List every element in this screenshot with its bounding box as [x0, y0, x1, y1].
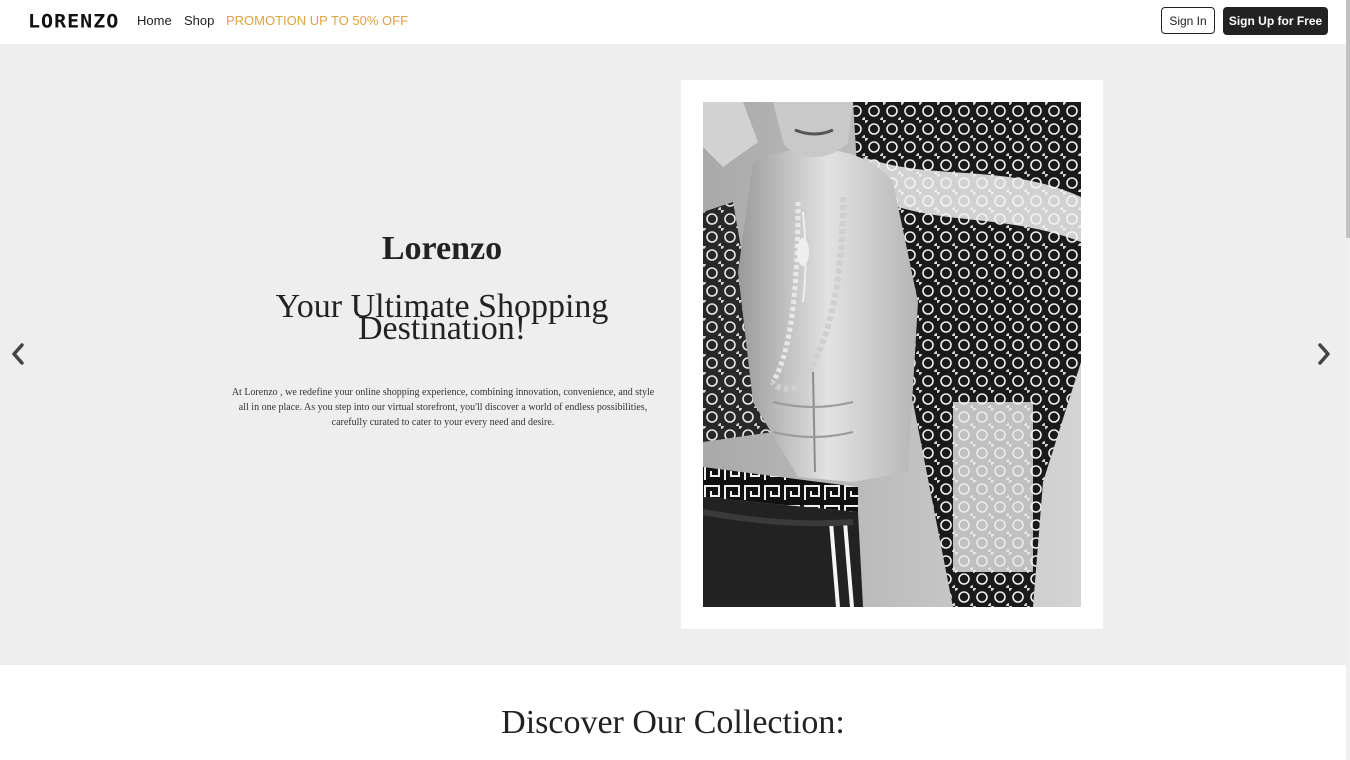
collection-heading: Discover Our Collection:	[501, 704, 845, 741]
chevron-right-icon	[1318, 343, 1330, 365]
carousel-prev-button[interactable]	[8, 342, 28, 366]
hero-carousel: Lorenzo Your Ultimate Shopping Destinati…	[0, 44, 1346, 665]
nav-link-home[interactable]: Home	[137, 13, 172, 28]
hero-brand-title: Lorenzo	[381, 230, 503, 267]
brand-logo[interactable]: LORENZO	[28, 10, 119, 33]
scrollbar-thumb[interactable]	[1346, 0, 1350, 238]
hero-image-frame	[681, 80, 1103, 629]
page-scrollbar[interactable]	[1346, 0, 1350, 760]
carousel-next-button[interactable]	[1314, 342, 1334, 366]
nav-link-promotion[interactable]: PROMOTION UP TO 50% OFF	[226, 13, 408, 28]
hero-description: At Lorenzo , we redefine your online sho…	[231, 387, 655, 428]
hero-tagline: Your Ultimate Shopping Destination!	[232, 290, 652, 346]
nav-link-shop[interactable]: Shop	[184, 13, 214, 28]
chevron-left-icon	[12, 343, 24, 365]
sign-in-button[interactable]: Sign In	[1161, 7, 1215, 34]
hero-model-photo	[703, 102, 1081, 607]
sign-up-button[interactable]: Sign Up for Free	[1223, 7, 1328, 35]
model-photo-illustration	[703, 102, 1081, 607]
top-navbar: LORENZO Home Shop PROMOTION UP TO 50% OF…	[0, 0, 1346, 45]
